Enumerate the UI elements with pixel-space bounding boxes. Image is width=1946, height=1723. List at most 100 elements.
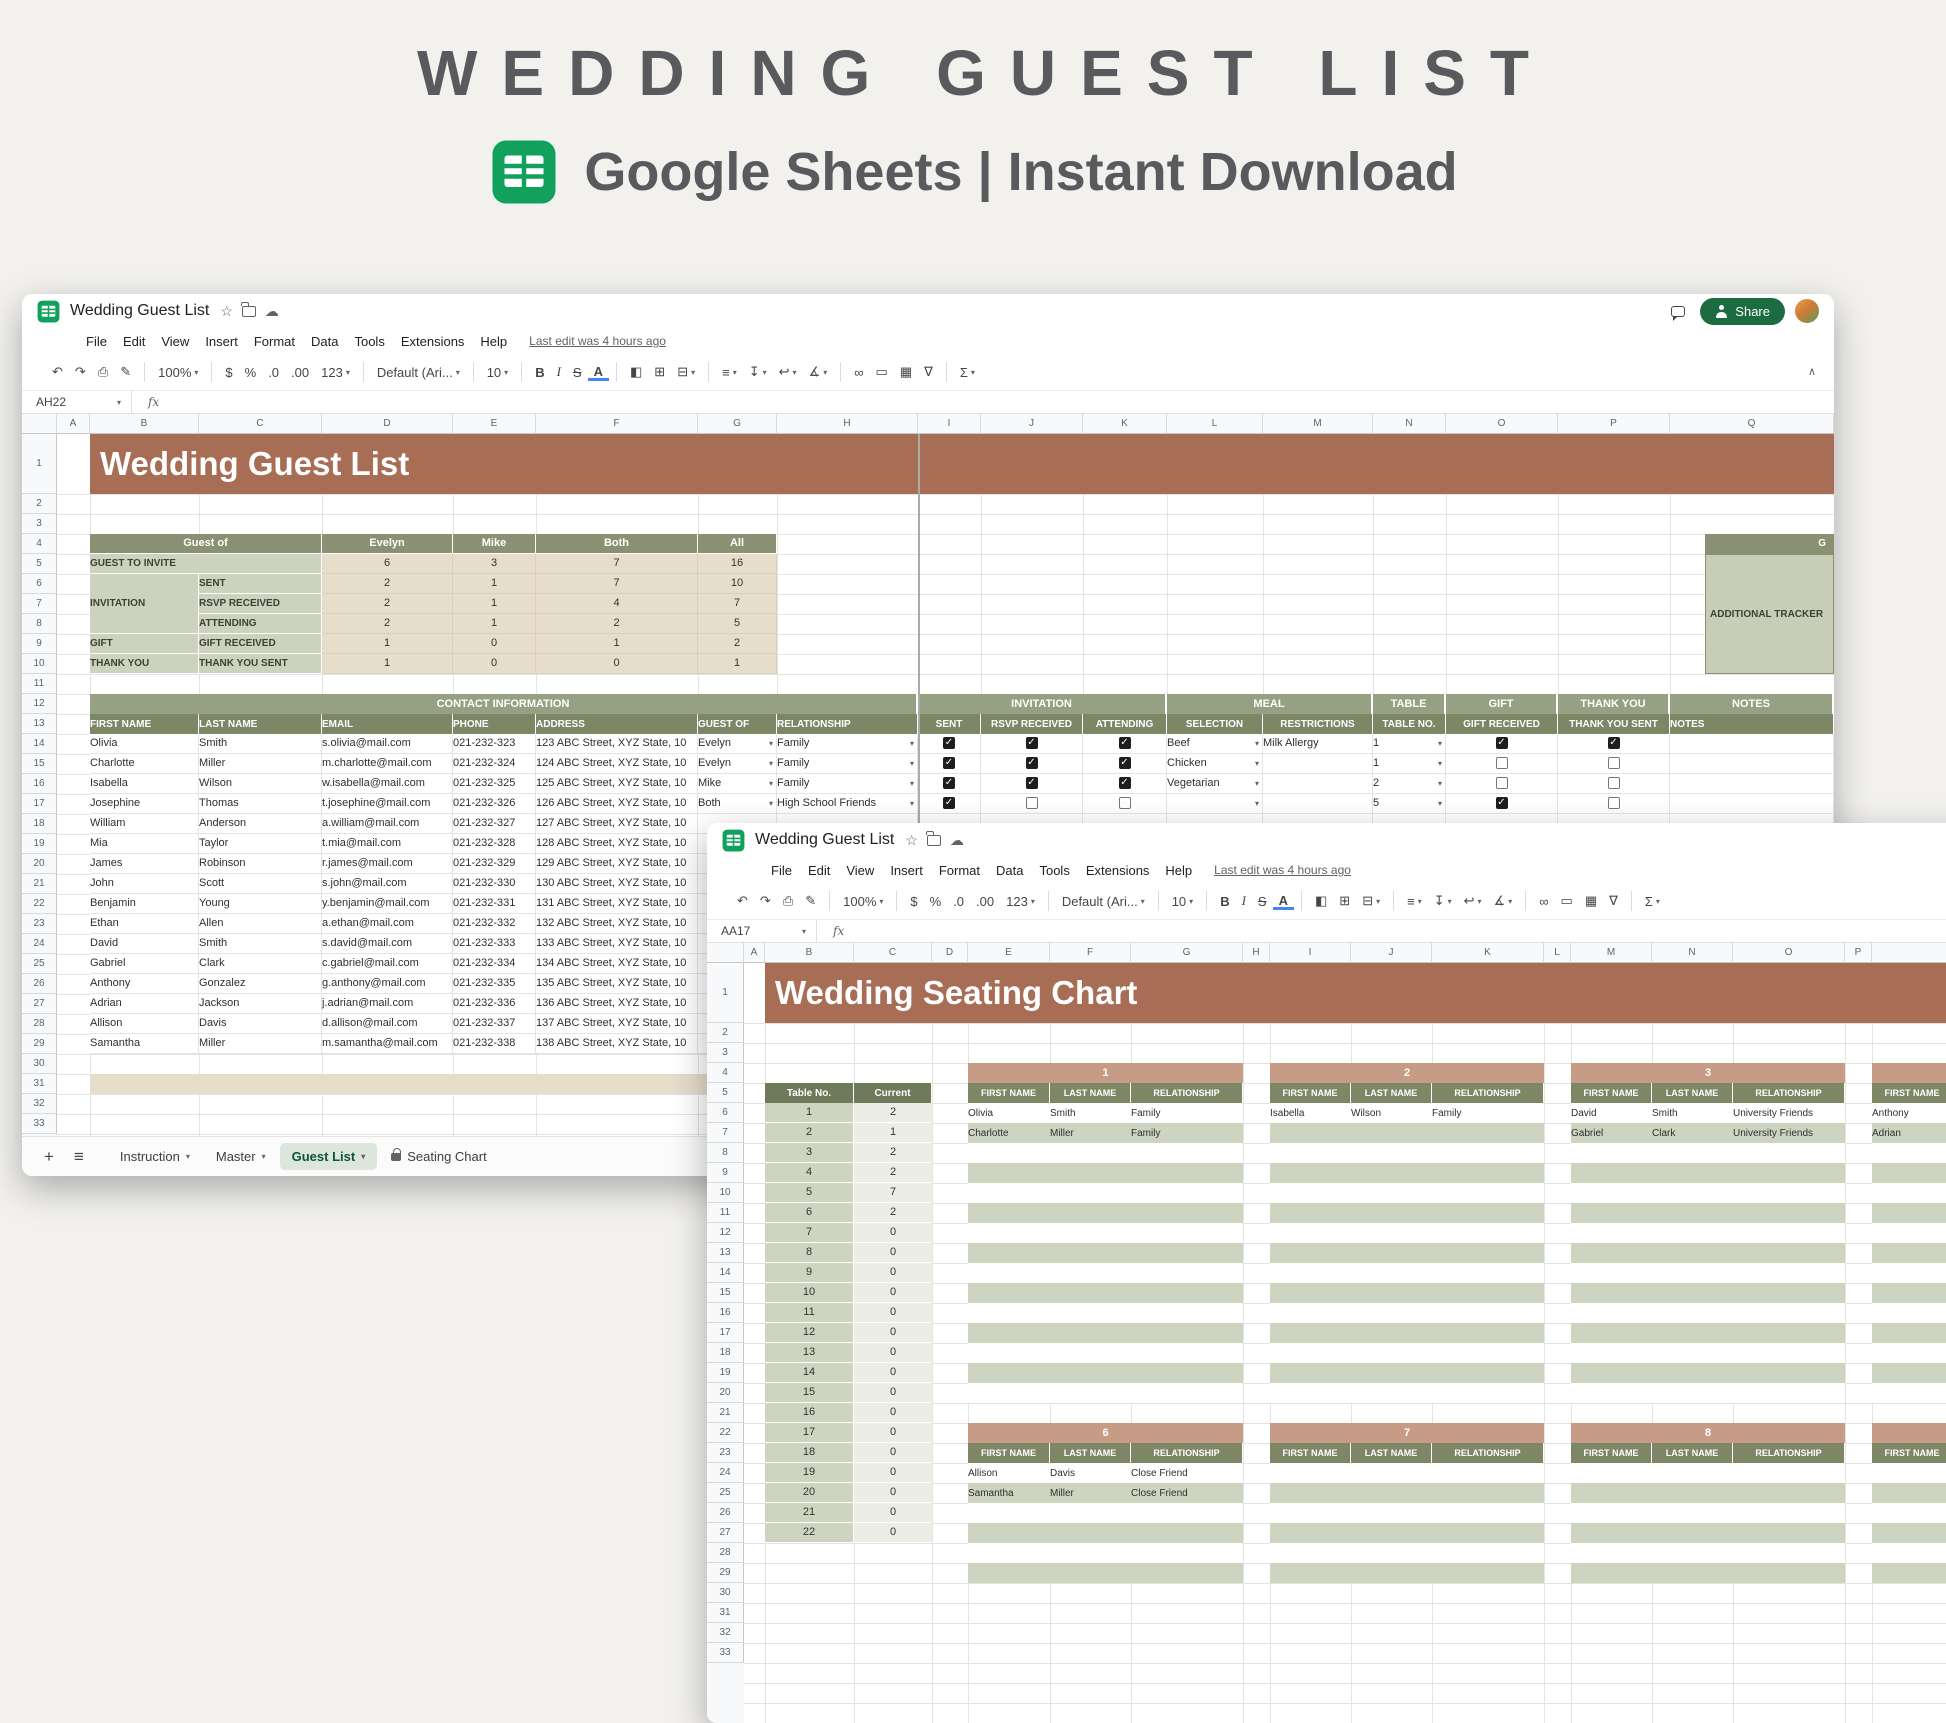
last-edit-link[interactable]: Last edit was 4 hours ago — [1214, 863, 1351, 877]
cell[interactable]: Robinson — [199, 854, 322, 874]
guest-cell[interactable] — [1733, 1463, 1845, 1483]
cell[interactable]: Anderson — [199, 814, 322, 834]
menu-edit[interactable]: Edit — [800, 861, 838, 880]
group-number-header[interactable]: 6 — [968, 1423, 1243, 1443]
guest-cell[interactable]: Adrian — [1872, 1123, 1946, 1143]
sheets-file-icon[interactable] — [721, 828, 746, 853]
current-count-cell[interactable]: 7 — [854, 1183, 932, 1203]
guest-cell[interactable] — [1270, 1203, 1351, 1223]
guest-cell[interactable] — [1571, 1463, 1652, 1483]
guest-cell[interactable] — [1050, 1163, 1131, 1183]
chevron-down-icon[interactable]: ▾ — [1438, 794, 1442, 813]
guest-cell[interactable] — [1872, 1563, 1946, 1583]
guest-cell[interactable] — [1872, 1503, 1946, 1523]
guest-cell[interactable] — [1432, 1563, 1544, 1583]
guest-cell[interactable] — [1571, 1503, 1652, 1523]
checkbox-unchecked[interactable] — [1496, 757, 1508, 769]
group-column-header[interactable]: FIRST NAME — [1571, 1083, 1652, 1103]
insert-comment-icon[interactable]: ▭ — [870, 362, 894, 382]
guest-cell[interactable] — [1652, 1163, 1733, 1183]
guest-cell[interactable] — [968, 1283, 1050, 1303]
summary-value[interactable]: 1 — [453, 574, 536, 594]
group-number-header[interactable]: 1 — [968, 1063, 1243, 1083]
guest-cell[interactable]: Gabriel — [1571, 1123, 1652, 1143]
row-header-25[interactable]: 25 — [707, 1483, 744, 1503]
guest-cell[interactable] — [1432, 1343, 1544, 1363]
column-label[interactable]: ADDRESS — [536, 714, 698, 734]
guest-cell[interactable] — [1050, 1303, 1131, 1323]
cell[interactable]: r.james@mail.com — [322, 854, 453, 874]
summary-value[interactable]: 0 — [453, 654, 536, 674]
guest-cell[interactable] — [1652, 1203, 1733, 1223]
row-header-31[interactable]: 31 — [22, 1074, 57, 1094]
comment-history-icon[interactable] — [1671, 306, 1685, 317]
summary-value[interactable]: 1 — [453, 614, 536, 634]
guest-cell[interactable] — [1872, 1163, 1946, 1183]
table-group-header[interactable]: GIFT — [1446, 694, 1558, 714]
cell[interactable]: Davis — [199, 1014, 322, 1034]
guest-cell[interactable] — [1270, 1343, 1351, 1363]
checkbox-cell[interactable]: ✓ — [1446, 734, 1558, 754]
guest-cell[interactable]: Wilson — [1351, 1103, 1432, 1123]
cell[interactable]: 138 ABC Street, XYZ State, 10 — [536, 1034, 698, 1054]
guest-cell[interactable]: Clark — [1652, 1123, 1733, 1143]
summary-value[interactable]: 7 — [536, 554, 698, 574]
group-number-header[interactable]: 7 — [1270, 1423, 1544, 1443]
row-header-29[interactable]: 29 — [707, 1563, 744, 1583]
table-number-cell[interactable]: 16 — [765, 1403, 854, 1423]
row-header-31[interactable]: 31 — [707, 1603, 744, 1623]
text-wrap-icon[interactable]: ↩▾ — [1458, 891, 1488, 911]
cell[interactable]: s.john@mail.com — [322, 874, 453, 894]
row-header-13[interactable]: 13 — [22, 714, 57, 734]
merge-cells-icon[interactable]: ⊟▾ — [1356, 891, 1386, 911]
cell[interactable]: Jackson — [199, 994, 322, 1014]
italic-icon[interactable]: I — [551, 362, 567, 382]
summary-label[interactable]: SENT — [199, 574, 322, 594]
cell[interactable]: m.charlotte@mail.com — [322, 754, 453, 774]
guest-cell[interactable] — [1432, 1163, 1544, 1183]
guest-cell[interactable] — [1050, 1183, 1131, 1203]
guest-cell[interactable]: Close Friend — [1131, 1483, 1243, 1503]
row-header-3[interactable]: 3 — [22, 514, 57, 534]
guest-cell[interactable] — [1733, 1303, 1845, 1323]
guest-cell[interactable] — [1050, 1283, 1131, 1303]
checkbox-checked[interactable]: ✓ — [943, 777, 955, 789]
column-header-C[interactable]: C — [854, 943, 932, 963]
cell[interactable]: 124 ABC Street, XYZ State, 10 — [536, 754, 698, 774]
cell[interactable]: Miller — [199, 1034, 322, 1054]
cell[interactable]: Smith — [199, 934, 322, 954]
sheets-file-icon[interactable] — [36, 299, 61, 324]
cell[interactable]: Smith — [199, 734, 322, 754]
guest-cell[interactable] — [1131, 1243, 1243, 1263]
guest-cell[interactable]: University Friends — [1733, 1103, 1845, 1123]
checkbox-cell[interactable]: ✓ — [1083, 754, 1167, 774]
guest-cell[interactable] — [1050, 1243, 1131, 1263]
cell[interactable]: Mia — [90, 834, 199, 854]
guest-cell[interactable] — [1432, 1383, 1544, 1403]
guest-cell[interactable] — [1571, 1203, 1652, 1223]
guest-cell[interactable] — [1432, 1543, 1544, 1563]
row-header-26[interactable]: 26 — [22, 974, 57, 994]
menu-file[interactable]: File — [78, 332, 115, 351]
guest-cell[interactable] — [1131, 1503, 1243, 1523]
summary-label[interactable]: RSVP RECEIVED — [199, 594, 322, 614]
guest-cell[interactable]: Family — [1131, 1103, 1243, 1123]
guest-cell[interactable] — [1733, 1523, 1845, 1543]
chevron-down-icon[interactable]: ▾ — [910, 774, 914, 793]
checkbox-cell[interactable]: ✓ — [1083, 734, 1167, 754]
guest-cell[interactable] — [968, 1523, 1050, 1543]
guest-cell[interactable] — [1351, 1283, 1432, 1303]
guest-cell[interactable] — [1652, 1263, 1733, 1283]
guest-cell[interactable]: Olivia — [968, 1103, 1050, 1123]
cell[interactable]: 021-232-325 — [453, 774, 536, 794]
column-label[interactable]: GUEST OF — [698, 714, 777, 734]
dropdown-cell[interactable]: ▾5 — [1373, 794, 1446, 814]
chevron-down-icon[interactable]: ▾ — [769, 794, 773, 813]
column-header-B[interactable]: B — [765, 943, 854, 963]
column-header-K[interactable]: K — [1432, 943, 1544, 963]
guest-cell[interactable] — [1872, 1223, 1946, 1243]
guest-cell[interactable] — [1652, 1483, 1733, 1503]
group-column-header[interactable]: RELATIONSHIP — [1432, 1443, 1544, 1463]
column-header-A[interactable]: A — [57, 414, 90, 434]
column-label[interactable]: RSVP RECEIVED — [981, 714, 1083, 734]
